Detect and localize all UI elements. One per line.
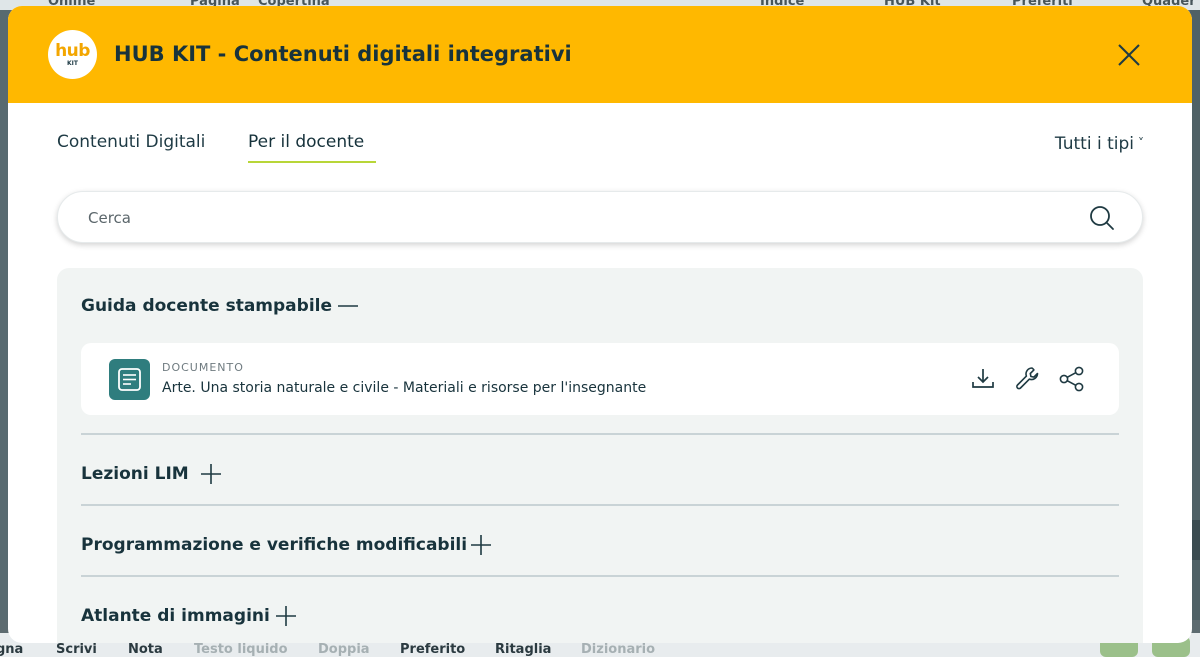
active-tab-indicator	[248, 161, 376, 163]
expand-toggle[interactable]	[275, 605, 297, 627]
plus-icon	[201, 464, 221, 484]
search-input[interactable]	[88, 206, 1048, 230]
type-filter-dropdown[interactable]: Tutti i tipi ˅	[1055, 134, 1144, 154]
close-icon	[1118, 44, 1140, 66]
bg-tool: Doppia	[318, 642, 370, 657]
search-button[interactable]	[1088, 204, 1116, 232]
chevron-down-icon: ˅	[1138, 136, 1144, 150]
bg-tool: Ritaglia	[495, 642, 552, 657]
wrench-icon	[1016, 367, 1039, 390]
share-icon	[1059, 366, 1084, 392]
modal-header: hub KIT HUB KIT - Contenuti digitali int…	[8, 6, 1192, 103]
bg-tool: Nota	[128, 642, 163, 657]
section-divider	[81, 433, 1119, 435]
logo-hub-text: hub	[55, 41, 90, 61]
section-divider	[81, 504, 1119, 506]
section-title-lezioni-lim[interactable]: Lezioni LIM	[81, 464, 189, 484]
search-icon	[1090, 206, 1114, 230]
tab-contenuti-digitali[interactable]: Contenuti Digitali	[57, 132, 205, 152]
hubkit-logo: hub KIT	[48, 30, 97, 79]
type-filter-label: Tutti i tipi	[1054, 134, 1134, 154]
close-button[interactable]	[1114, 40, 1144, 70]
background-knob	[1192, 520, 1200, 560]
modal-title: HUB KIT - Contenuti digitali integrativi	[114, 42, 572, 66]
share-button[interactable]	[1058, 365, 1086, 393]
document-card[interactable]: DOCUMENTO Arte. Una storia naturale e ci…	[81, 343, 1119, 415]
logo-kit-text: KIT	[67, 60, 78, 67]
document-glyph	[118, 368, 141, 391]
hubkit-modal: hub KIT HUB KIT - Contenuti digitali int…	[8, 6, 1192, 643]
collapse-toggle[interactable]	[337, 295, 359, 317]
bg-tool: Preferito	[400, 642, 466, 657]
section-title-atlante[interactable]: Atlante di immagini	[81, 606, 270, 626]
download-icon	[972, 369, 994, 388]
content-panel: Guida docente stampabile DOCUMENTO Arte.…	[57, 268, 1143, 643]
document-type-label: DOCUMENTO	[162, 361, 244, 374]
expand-toggle[interactable]	[470, 534, 492, 556]
document-title[interactable]: Arte. Una storia naturale e civile - Mat…	[162, 380, 646, 396]
document-icon	[109, 359, 150, 400]
bg-tool: Testo liquido	[194, 642, 288, 657]
tab-per-il-docente[interactable]: Per il docente	[248, 132, 364, 152]
section-title-guida[interactable]: Guida docente stampabile	[81, 296, 332, 316]
expand-toggle[interactable]	[200, 463, 222, 485]
download-button[interactable]	[969, 365, 997, 393]
minus-icon	[338, 305, 358, 307]
section-title-programmazione[interactable]: Programmazione e verifiche modificabili	[81, 535, 467, 555]
bg-tool: gna	[0, 642, 24, 657]
bg-tool: Scrivi	[56, 642, 97, 657]
plus-icon	[471, 535, 491, 555]
search-bar	[57, 191, 1143, 243]
plus-icon	[276, 606, 296, 626]
section-divider	[81, 575, 1119, 577]
tools-button[interactable]	[1013, 365, 1041, 393]
bg-tool: Dizionario	[581, 642, 656, 657]
